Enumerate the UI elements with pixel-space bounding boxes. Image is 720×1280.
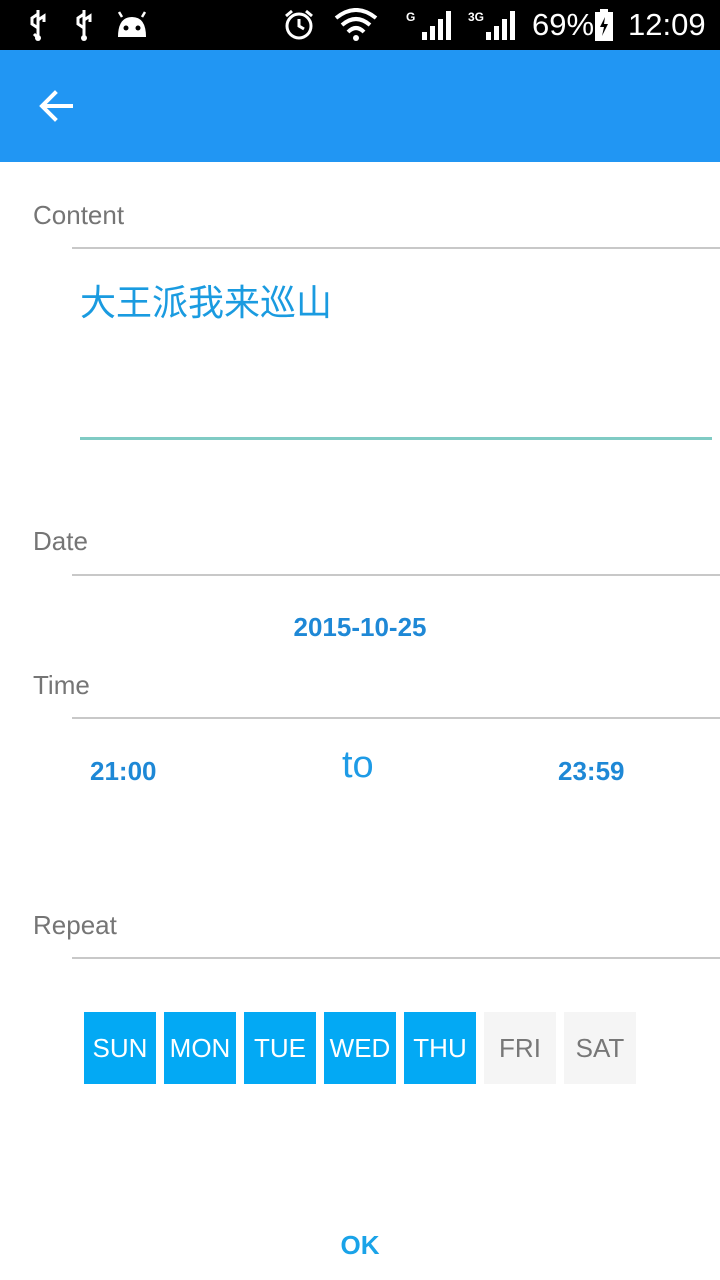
clock: 12:09 xyxy=(628,7,706,42)
wifi-icon xyxy=(334,8,378,42)
end-time-value[interactable]: 23:59 xyxy=(558,756,625,787)
day-toggle-fri[interactable]: FRI xyxy=(484,1012,556,1084)
back-button[interactable] xyxy=(26,76,86,136)
status-bar: G 3G 69% 12:09 xyxy=(0,0,720,50)
app-bar xyxy=(0,50,720,162)
time-label: Time xyxy=(33,670,90,700)
content-input[interactable]: 大王派我来巡山 xyxy=(80,272,712,440)
android-icon xyxy=(114,8,150,42)
divider xyxy=(72,717,720,719)
start-time-value[interactable]: 21:00 xyxy=(90,756,157,787)
time-separator: to xyxy=(342,744,374,786)
ok-button[interactable]: OK xyxy=(320,1222,400,1268)
network-type-label: G xyxy=(406,10,416,24)
date-label: Date xyxy=(33,526,88,556)
day-toggle-tue[interactable]: TUE xyxy=(244,1012,316,1084)
signal-icon xyxy=(484,8,518,42)
usb-icon xyxy=(26,8,50,42)
repeat-days: SUN MON TUE WED THU FRI SAT xyxy=(84,1012,636,1084)
divider xyxy=(72,574,720,576)
battery-percent: 69% xyxy=(532,7,595,42)
alarm-icon xyxy=(282,8,316,42)
signal-icon xyxy=(420,8,454,42)
usb-icon xyxy=(72,8,96,42)
divider xyxy=(72,247,720,249)
content-label: Content xyxy=(33,200,125,230)
repeat-label: Repeat xyxy=(33,910,117,940)
divider xyxy=(72,957,720,959)
day-toggle-sun[interactable]: SUN xyxy=(84,1012,156,1084)
date-picker-value[interactable]: 2015-10-25 xyxy=(0,612,720,643)
day-toggle-thu[interactable]: THU xyxy=(404,1012,476,1084)
arrow-left-icon xyxy=(39,90,73,122)
battery-icon xyxy=(594,8,614,42)
network-type-label: 3G xyxy=(468,10,485,24)
day-toggle-sat[interactable]: SAT xyxy=(564,1012,636,1084)
day-toggle-wed[interactable]: WED xyxy=(324,1012,396,1084)
day-toggle-mon[interactable]: MON xyxy=(164,1012,236,1084)
